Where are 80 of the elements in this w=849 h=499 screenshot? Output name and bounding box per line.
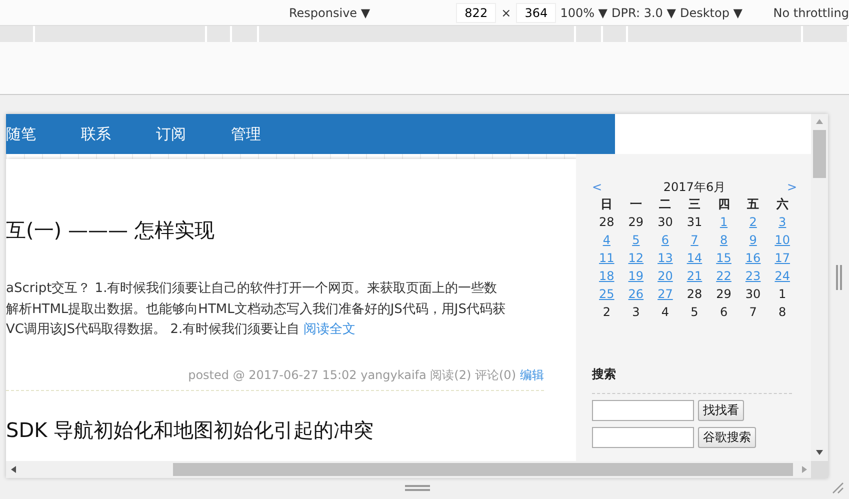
times-sign: × — [501, 6, 512, 20]
weekday-label: 二 — [658, 196, 672, 213]
calendar-day-link[interactable]: 24 — [774, 269, 790, 283]
calendar-day-link[interactable]: 12 — [628, 251, 644, 265]
weekday-label: 一 — [628, 196, 643, 213]
calendar-day-link[interactable]: 26 — [628, 287, 644, 301]
post-title[interactable]: 互(一) ——— 怎样实现 — [6, 217, 576, 245]
calendar-day: 5 — [690, 305, 698, 319]
calendar-day-link[interactable]: 25 — [599, 287, 614, 301]
nav-link[interactable]: 订阅 — [156, 124, 186, 144]
search-button[interactable]: 找找看 — [698, 400, 744, 421]
calendar-title: 2017年6月 — [663, 178, 726, 196]
calendar-day-link[interactable]: 23 — [745, 269, 761, 283]
calendar-day-link[interactable]: 16 — [745, 251, 761, 265]
calendar-day-link[interactable]: 18 — [599, 269, 614, 283]
device-dropdown[interactable]: Responsive ▼ — [289, 6, 370, 20]
calendar-day-link[interactable]: 2 — [749, 215, 757, 229]
calendar-day: 7 — [749, 305, 757, 319]
nav-link[interactable]: 管理 — [231, 124, 261, 144]
calendar-day: 4 — [661, 305, 670, 319]
read-more-link[interactable]: 阅读全文 — [304, 322, 356, 337]
weekday-label: 五 — [746, 196, 760, 213]
media-query-bar[interactable] — [0, 26, 849, 42]
resize-corner-icon[interactable] — [832, 482, 844, 494]
calendar-day: 30 — [658, 215, 673, 229]
post-title[interactable]: SDK 导航初始化和地图初始化引起的冲突 — [6, 416, 576, 444]
height-field[interactable]: 364 — [516, 2, 556, 22]
zoom-dropdown[interactable]: 100% ▼ — [560, 6, 608, 20]
search-field[interactable] — [592, 400, 694, 421]
calendar-day: 29 — [716, 287, 732, 301]
calendar-day-link[interactable]: 10 — [774, 233, 790, 247]
calendar-day-link[interactable]: 8 — [720, 233, 728, 247]
calendar-day-link[interactable]: 15 — [716, 251, 732, 265]
calendar-day: 31 — [686, 215, 702, 229]
post-meta: posted @ 2017-06-27 15:02 yangykaifa 阅读(2) 评论(0) — [188, 366, 516, 384]
calendar-day: 1 — [778, 287, 786, 301]
calendar-day: 28 — [686, 287, 702, 301]
calendar-day-link[interactable]: 27 — [658, 287, 673, 301]
calendar-day-link[interactable]: 13 — [658, 251, 673, 265]
weekday-label: 日 — [600, 196, 614, 213]
scrollbar-corner — [811, 461, 828, 478]
calendar-day-link[interactable]: 6 — [661, 233, 670, 247]
calendar-day-link[interactable]: 14 — [686, 251, 702, 265]
resize-handle-icon[interactable] — [836, 265, 842, 290]
calendar-day-link[interactable]: 20 — [658, 269, 673, 283]
calendar-day-link[interactable]: 19 — [628, 269, 644, 283]
nav-link[interactable]: 随笔 — [6, 124, 36, 144]
weekday-label: 六 — [775, 196, 790, 213]
calendar-day: 28 — [599, 215, 614, 229]
weekday-label: 三 — [687, 196, 702, 213]
next-month-link[interactable]: > — [786, 180, 797, 194]
search-button[interactable]: 谷歌搜索 — [698, 427, 756, 448]
resize-handle-icon[interactable] — [405, 485, 430, 491]
calendar-day-link[interactable]: 3 — [778, 215, 786, 229]
weekday-label: 四 — [716, 196, 731, 213]
calendar-day-link[interactable]: 1 — [720, 215, 728, 229]
calendar-day: 6 — [720, 305, 728, 319]
calendar-day: 3 — [632, 305, 640, 319]
calendar-day-link[interactable]: 4 — [602, 233, 610, 247]
post-excerpt: aScript交互？ 1.有时候我们须要让自己的软件打开一个网页。来获取页面上的一些数 解析HTML提取出数据。也能够向HTML文档动态写入我们准备好的JS代码，用JS代码获 VC调用该JS代码取得数据。 2.有时候我们须要让自 阅读全文 — [6, 280, 507, 339]
calendar-day-link[interactable]: 9 — [749, 233, 757, 247]
calendar-day-link[interactable]: 22 — [716, 269, 732, 283]
mode-dropdown[interactable]: Desktop ▼ — [680, 6, 743, 20]
calendar-day: 30 — [745, 287, 761, 301]
calendar-day-link[interactable]: 7 — [690, 233, 698, 247]
edit-link[interactable]: 编辑 — [520, 366, 544, 384]
dpr-dropdown[interactable]: DPR: 3.0 ▼ — [612, 6, 676, 20]
nav-link[interactable]: 联系 — [81, 124, 111, 144]
calendar-day: 29 — [628, 215, 644, 229]
calendar-day-link[interactable]: 17 — [774, 251, 790, 265]
throttling-dropdown[interactable]: No throttling — [773, 6, 849, 20]
calendar-day-link[interactable]: 11 — [599, 251, 614, 265]
search-heading: 搜索 — [592, 366, 792, 394]
previous-month-link[interactable]: < — [592, 180, 602, 194]
calendar-day-link[interactable]: 21 — [686, 269, 702, 283]
calendar-day: 2 — [602, 305, 610, 319]
calendar-day-link[interactable]: 5 — [632, 233, 640, 247]
search-field[interactable] — [592, 427, 694, 448]
calendar-day: 8 — [778, 305, 786, 319]
width-field[interactable]: 822 — [456, 2, 496, 22]
